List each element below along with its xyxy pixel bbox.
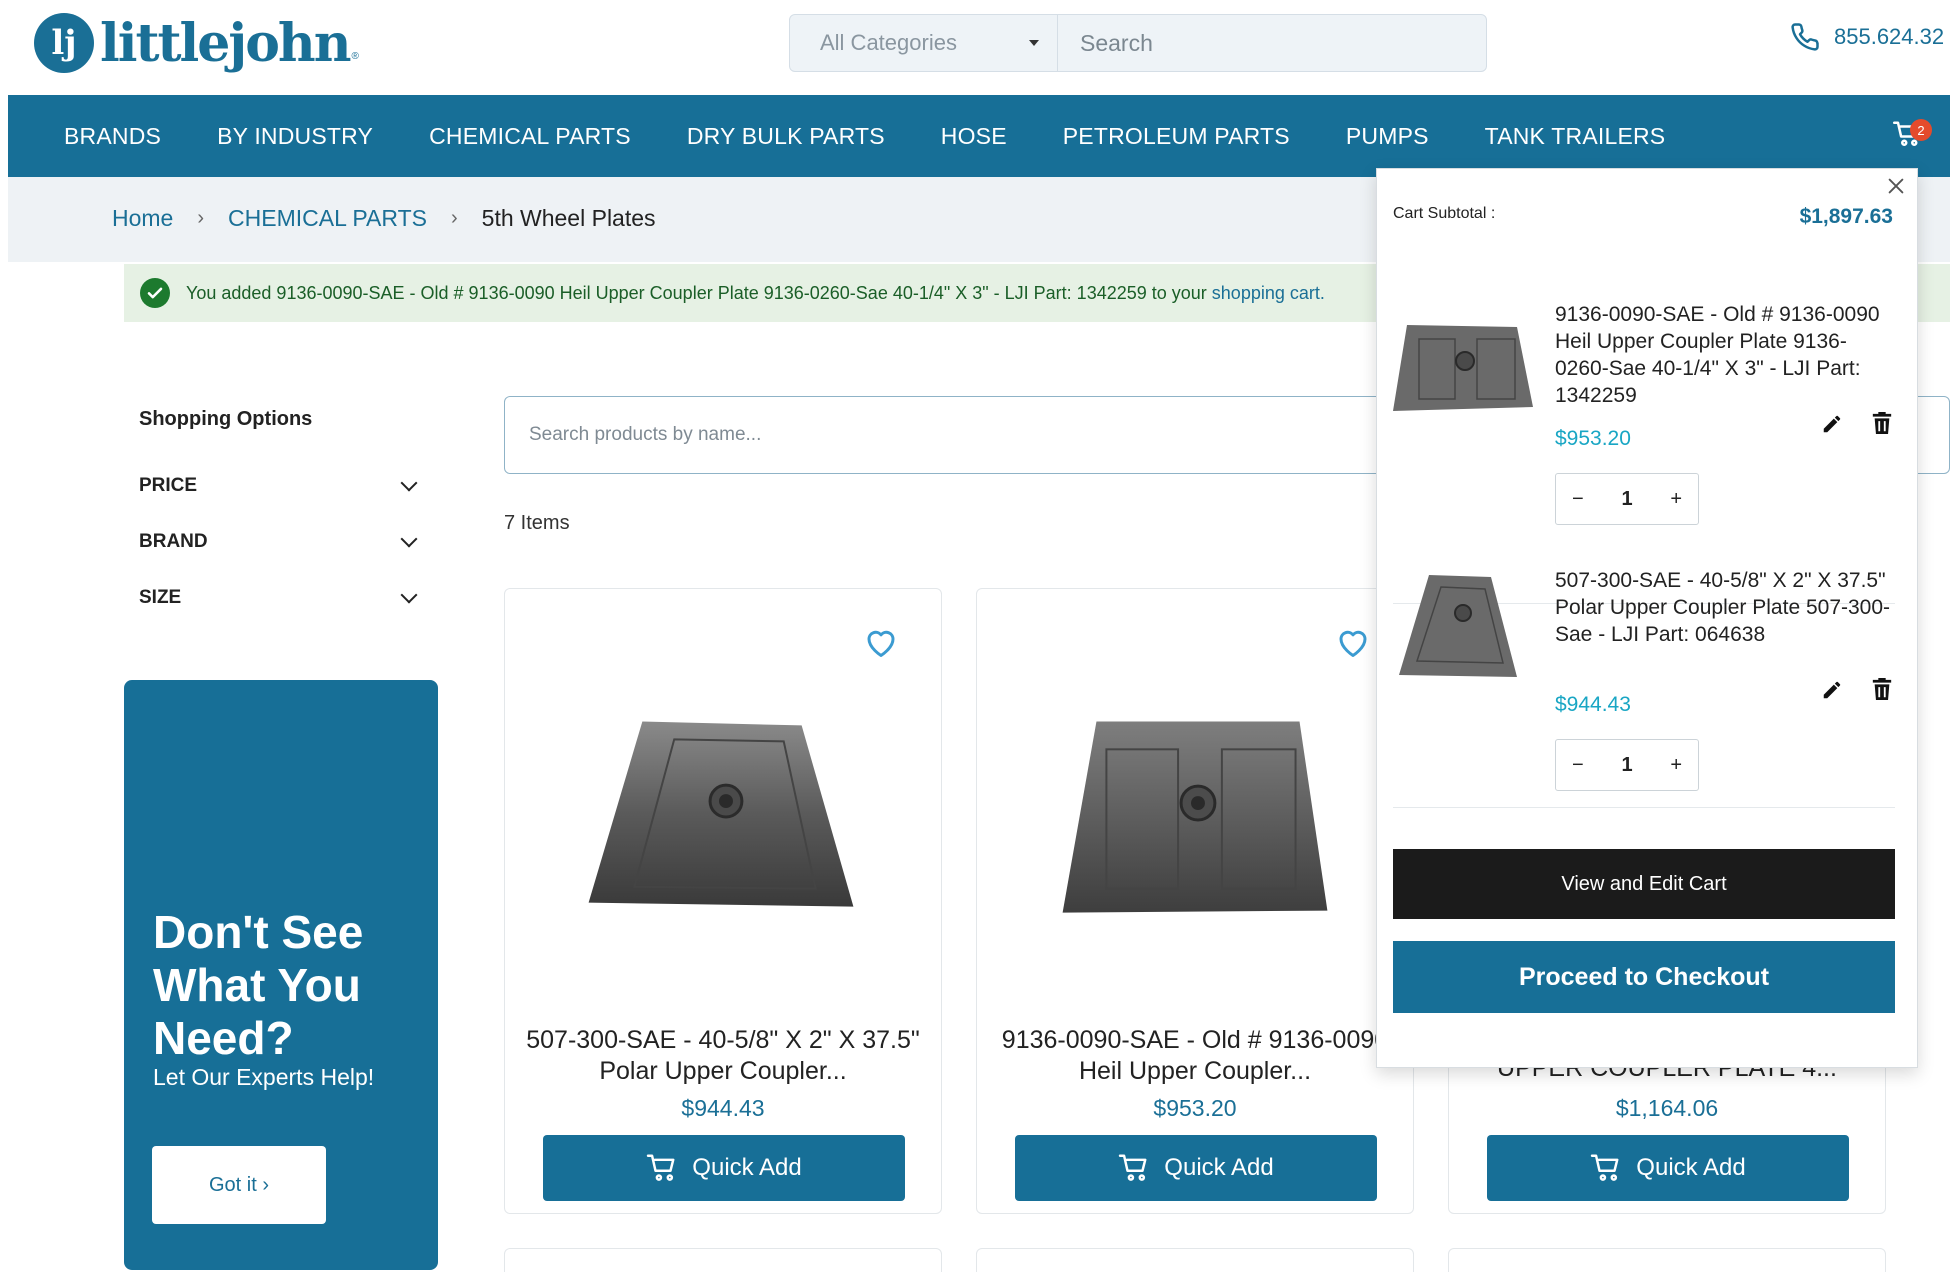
product-card[interactable]: 9136-0090-SAE - Old # 9136-0090 Heil Upp… — [976, 588, 1414, 1214]
category-select[interactable]: All Categories — [790, 15, 1058, 71]
quick-add-button[interactable]: Quick Add — [543, 1135, 905, 1201]
breadcrumb-home[interactable]: Home — [112, 205, 173, 232]
chevron-down-icon — [400, 474, 418, 492]
phone-number: 855.624.32 — [1834, 24, 1945, 49]
quick-add-label: Quick Add — [1164, 1154, 1274, 1181]
items-count: 7 Items — [504, 512, 570, 534]
filter-brand[interactable]: BRAND — [139, 526, 421, 558]
nav-item-by-industry[interactable]: BY INDUSTRY — [217, 123, 373, 150]
product-card[interactable] — [976, 1248, 1414, 1272]
view-edit-cart-button[interactable]: View and Edit Cart — [1393, 849, 1895, 919]
cart-subtotal-label: Cart Subtotal : — [1393, 205, 1496, 222]
breadcrumb-category[interactable]: CHEMICAL PARTS — [228, 205, 427, 232]
success-message-body: You added 9136-0090-SAE - Old # 9136-009… — [186, 282, 1212, 303]
cart-icon — [647, 1154, 675, 1181]
site-search-input[interactable] — [1058, 15, 1486, 71]
product-title[interactable]: 507-300-SAE - 40-5/8" X 2" X 37.5" Polar… — [523, 1025, 923, 1087]
qty-value[interactable]: 1 — [1621, 488, 1632, 511]
promo-title: Don't See What You Need? — [153, 906, 364, 1064]
expert-help-promo: Don't See What You Need? Let Our Experts… — [124, 680, 438, 1270]
site-header: lj littlejohn ® All Categories 855.624.3… — [0, 0, 1950, 95]
cart-icon — [1119, 1154, 1147, 1181]
heart-icon[interactable] — [1335, 625, 1371, 659]
shopping-options-title: Shopping Options — [139, 408, 313, 430]
quantity-stepper: − 1 + — [1555, 473, 1699, 525]
mini-cart-item-price: $953.20 — [1555, 427, 1631, 450]
breadcrumb: Home › CHEMICAL PARTS › 5th Wheel Plates — [112, 205, 656, 232]
breadcrumb-separator: › — [450, 207, 458, 229]
mini-cart-dropdown: Cart Subtotal : $1,897.63 9136-0090-SAE … — [1376, 168, 1918, 1068]
edit-icon[interactable] — [1821, 413, 1843, 435]
mini-cart-item-image[interactable] — [1393, 567, 1535, 687]
quantity-stepper: − 1 + — [1555, 739, 1699, 791]
close-icon[interactable] — [1885, 175, 1907, 197]
proceed-to-checkout-button[interactable]: Proceed to Checkout — [1393, 941, 1895, 1013]
chevron-down-icon — [400, 530, 418, 548]
qty-value[interactable]: 1 — [1621, 754, 1632, 777]
qty-increase-button[interactable]: + — [1670, 488, 1682, 511]
trash-icon[interactable] — [1871, 677, 1893, 701]
product-image[interactable] — [505, 719, 941, 919]
edit-icon[interactable] — [1821, 679, 1843, 701]
site-logo[interactable]: lj littlejohn ® — [34, 10, 359, 76]
phone-icon — [1791, 23, 1819, 51]
nav-item-brands[interactable]: BRANDS — [64, 123, 161, 150]
quick-add-label: Quick Add — [1636, 1154, 1746, 1181]
breadcrumb-current: 5th Wheel Plates — [481, 205, 656, 231]
mini-cart-item-price: $944.43 — [1555, 693, 1631, 716]
quick-add-button[interactable]: Quick Add — [1015, 1135, 1377, 1201]
mini-cart-item-name[interactable]: 9136-0090-SAE - Old # 9136-0090 Heil Upp… — [1555, 301, 1891, 409]
product-price: $1,164.06 — [1615, 1095, 1719, 1121]
nav-item-tank-trailers[interactable]: TANK TRAILERS — [1485, 123, 1666, 150]
filter-size[interactable]: SIZE — [139, 582, 421, 614]
check-icon — [140, 278, 170, 308]
nav-item-hose[interactable]: HOSE — [941, 123, 1007, 150]
caret-down-icon — [1029, 40, 1039, 46]
filter-label: SIZE — [139, 587, 182, 608]
promo-got-it-button[interactable]: Got it › — [152, 1146, 326, 1224]
qty-decrease-button[interactable]: − — [1572, 754, 1584, 777]
product-card[interactable] — [1448, 1248, 1886, 1272]
qty-decrease-button[interactable]: − — [1572, 488, 1584, 511]
success-message-text: You added 9136-0090-SAE - Old # 9136-009… — [186, 283, 1325, 304]
divider — [1393, 807, 1895, 808]
phone-link[interactable]: 855.624.32 — [1790, 22, 1944, 52]
qty-increase-button[interactable]: + — [1670, 754, 1682, 777]
filter-label: PRICE — [139, 475, 198, 496]
site-search-bar: All Categories — [789, 14, 1487, 72]
quick-add-label: Quick Add — [692, 1154, 802, 1181]
main-nav: BRANDS BY INDUSTRY CHEMICAL PARTS DRY BU… — [8, 95, 1950, 177]
cart-subtotal-value: $1,897.63 — [1799, 205, 1893, 228]
nav-item-petroleum-parts[interactable]: PETROLEUM PARTS — [1063, 123, 1290, 150]
filter-price[interactable]: PRICE — [139, 470, 421, 502]
quick-add-button[interactable]: Quick Add — [1487, 1135, 1849, 1201]
product-card[interactable]: 507-300-SAE - 40-5/8" X 2" X 37.5" Polar… — [504, 588, 942, 1214]
promo-subtitle: Let Our Experts Help! — [153, 1064, 375, 1090]
heart-icon[interactable] — [863, 625, 899, 659]
chevron-down-icon — [400, 586, 418, 604]
trash-icon[interactable] — [1871, 411, 1893, 435]
nav-item-chemical-parts[interactable]: CHEMICAL PARTS — [429, 123, 631, 150]
logo-registered-mark: ® — [351, 51, 359, 62]
logo-text: littlejohn — [100, 12, 351, 74]
nav-item-dry-bulk-parts[interactable]: DRY BULK PARTS — [687, 123, 885, 150]
product-price: $944.43 — [681, 1095, 765, 1121]
cart-count-badge: 2 — [1910, 119, 1932, 141]
breadcrumb-separator: › — [197, 207, 205, 229]
logo-mark-icon: lj — [34, 13, 94, 73]
product-image[interactable] — [977, 719, 1413, 919]
mini-cart-item-name[interactable]: 507-300-SAE - 40-5/8" X 2" X 37.5" Polar… — [1555, 567, 1891, 648]
product-title[interactable]: 9136-0090-SAE - Old # 9136-0090 Heil Upp… — [995, 1025, 1395, 1087]
filter-label: BRAND — [139, 531, 208, 552]
mini-cart-item-image[interactable] — [1393, 301, 1535, 421]
product-price: $953.20 — [1153, 1095, 1237, 1121]
shopping-cart-link[interactable]: shopping cart. — [1212, 283, 1325, 303]
cart-icon — [1591, 1154, 1619, 1181]
product-card[interactable] — [504, 1248, 942, 1272]
nav-item-pumps[interactable]: PUMPS — [1346, 123, 1429, 150]
category-select-value: All Categories — [820, 30, 957, 55]
